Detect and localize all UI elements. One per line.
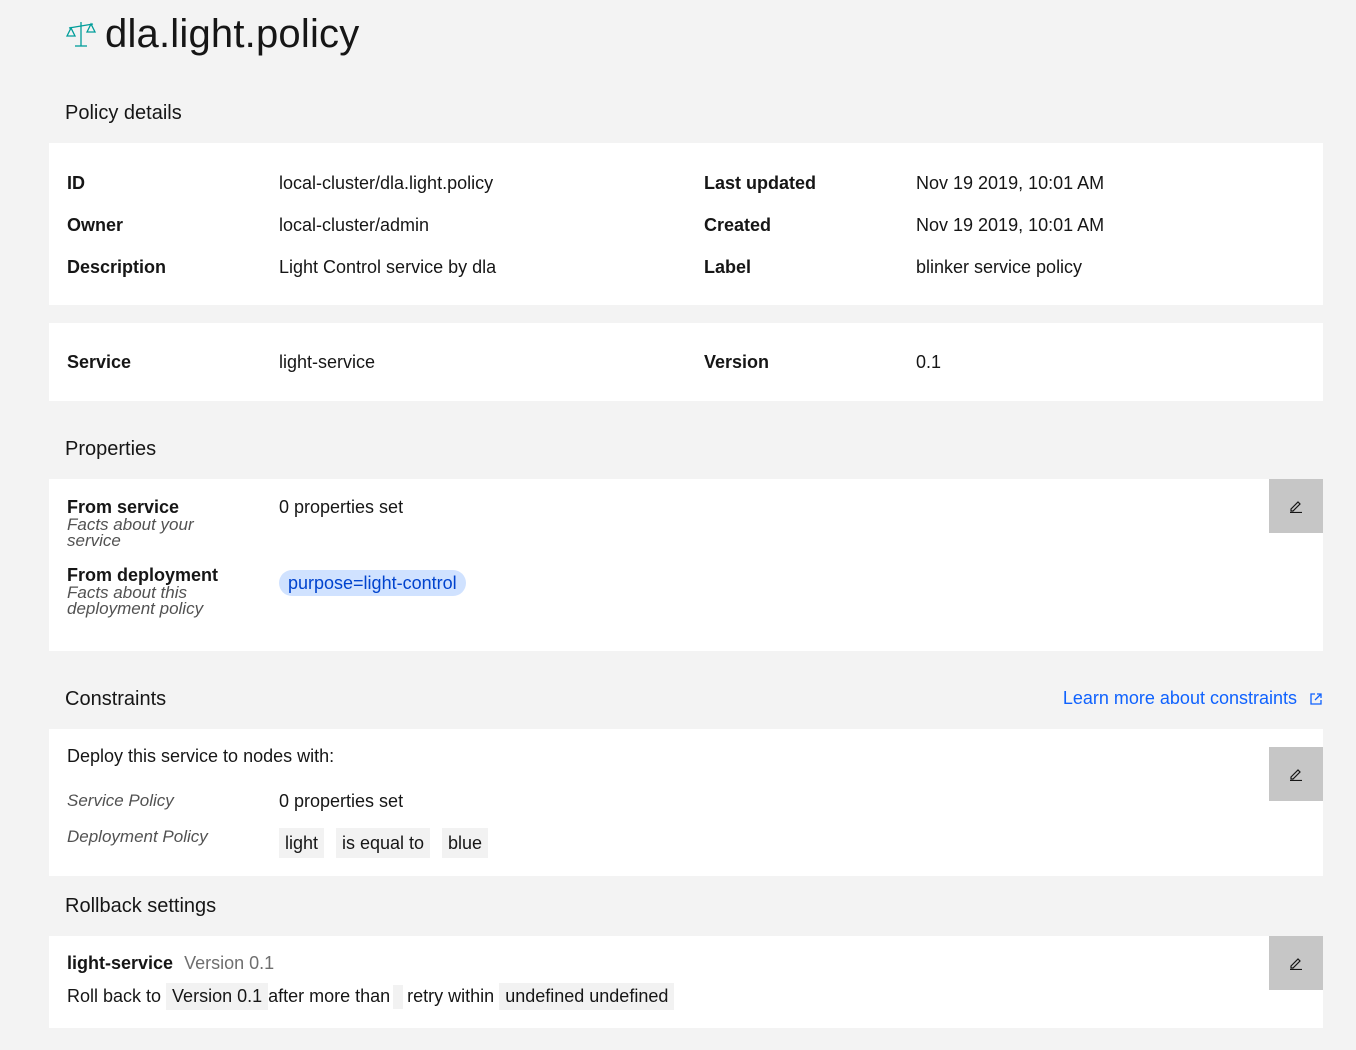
rollback-retries-value — [393, 984, 404, 1009]
learn-more-constraints-link[interactable]: Learn more about constraints — [1063, 688, 1323, 709]
learn-more-label: Learn more about constraints — [1062, 688, 1297, 708]
service-label: Service — [67, 352, 132, 372]
properties-heading: Properties — [65, 438, 157, 460]
edit-icon — [1290, 958, 1302, 970]
page-header: dla.light.policy — [65, 8, 359, 60]
last-updated-value: Nov 19 2019, 10:01 AM — [916, 173, 1105, 193]
from-service-value: 0 properties set — [279, 497, 404, 517]
from-deployment-sub: Facts about this deployment policy — [67, 583, 204, 618]
from-service-sub: Facts about your service — [67, 515, 194, 550]
description-label: Description — [67, 257, 167, 277]
external-link-icon — [1310, 692, 1322, 705]
constraint-chip-property: light — [279, 828, 325, 858]
version-value: 0.1 — [916, 352, 942, 372]
rollback-duration: undefined undefined — [499, 983, 675, 1010]
retry-within-text: retry within — [407, 986, 495, 1006]
last-updated-label: Last updated — [704, 173, 817, 193]
description-value: Light Control service by dla — [279, 257, 497, 277]
edit-properties-button[interactable] — [1269, 479, 1323, 533]
deployment-property-tag: purpose=light-control — [279, 570, 466, 596]
id-label: ID — [67, 173, 85, 193]
label-value: blinker service policy — [916, 257, 1083, 277]
edit-constraints-button[interactable] — [1269, 747, 1323, 801]
constraints-heading: Constraints — [65, 688, 167, 710]
label-label: Label — [704, 257, 752, 277]
from-service-label: From service — [67, 497, 180, 517]
version-label: Version — [704, 352, 770, 372]
properties-panel: From service Facts about your service 0 … — [49, 479, 1323, 651]
rollback-heading: Rollback settings — [65, 895, 217, 917]
id-value: local-cluster/dla.light.policy — [279, 173, 494, 193]
rollback-rule-line: Roll back to Version 0.1 after more than… — [67, 983, 675, 1010]
rollback-service-version: Version 0.1 — [184, 953, 275, 973]
rollback-service-name: light-service — [67, 953, 174, 973]
constraint-chip-operator: is equal to — [336, 828, 431, 858]
roll-back-to-text: Roll back to — [67, 986, 162, 1006]
page-title: dla.light.policy — [105, 11, 360, 56]
owner-value: local-cluster/admin — [279, 215, 430, 235]
service-value: light-service — [279, 352, 376, 372]
constraints-intro: Deploy this service to nodes with: — [67, 746, 335, 766]
edit-icon — [1290, 501, 1302, 513]
service-policy-value: 0 properties set — [279, 791, 404, 811]
after-more-than-text: after more than — [268, 986, 391, 1006]
edit-rollback-button[interactable] — [1269, 936, 1323, 990]
service-panel: Service light-service Version 0.1 — [49, 323, 1323, 401]
from-service-block: From service Facts about your service — [67, 497, 237, 549]
service-policy-label: Service Policy — [67, 791, 174, 810]
policy-details-heading: Policy details — [65, 102, 182, 124]
deployment-policy-label: Deployment Policy — [67, 827, 208, 846]
rollback-service-line: light-service Version 0.1 — [67, 953, 274, 974]
scale-icon — [65, 18, 97, 50]
rollback-target-version: Version 0.1 — [166, 983, 269, 1010]
policy-details-panel: ID local-cluster/dla.light.policy Owner … — [49, 143, 1323, 305]
from-deployment-block: From deployment Facts about this deploym… — [67, 565, 237, 617]
owner-label: Owner — [67, 215, 124, 235]
constraints-panel: Deploy this service to nodes with: Servi… — [49, 729, 1323, 876]
constraint-chip-value: blue — [442, 828, 489, 858]
edit-icon — [1290, 769, 1302, 781]
rollback-panel: light-service Version 0.1 Roll back to V… — [49, 936, 1323, 1028]
created-value: Nov 19 2019, 10:01 AM — [916, 215, 1105, 235]
from-deployment-label: From deployment — [67, 565, 219, 585]
created-label: Created — [704, 215, 772, 235]
